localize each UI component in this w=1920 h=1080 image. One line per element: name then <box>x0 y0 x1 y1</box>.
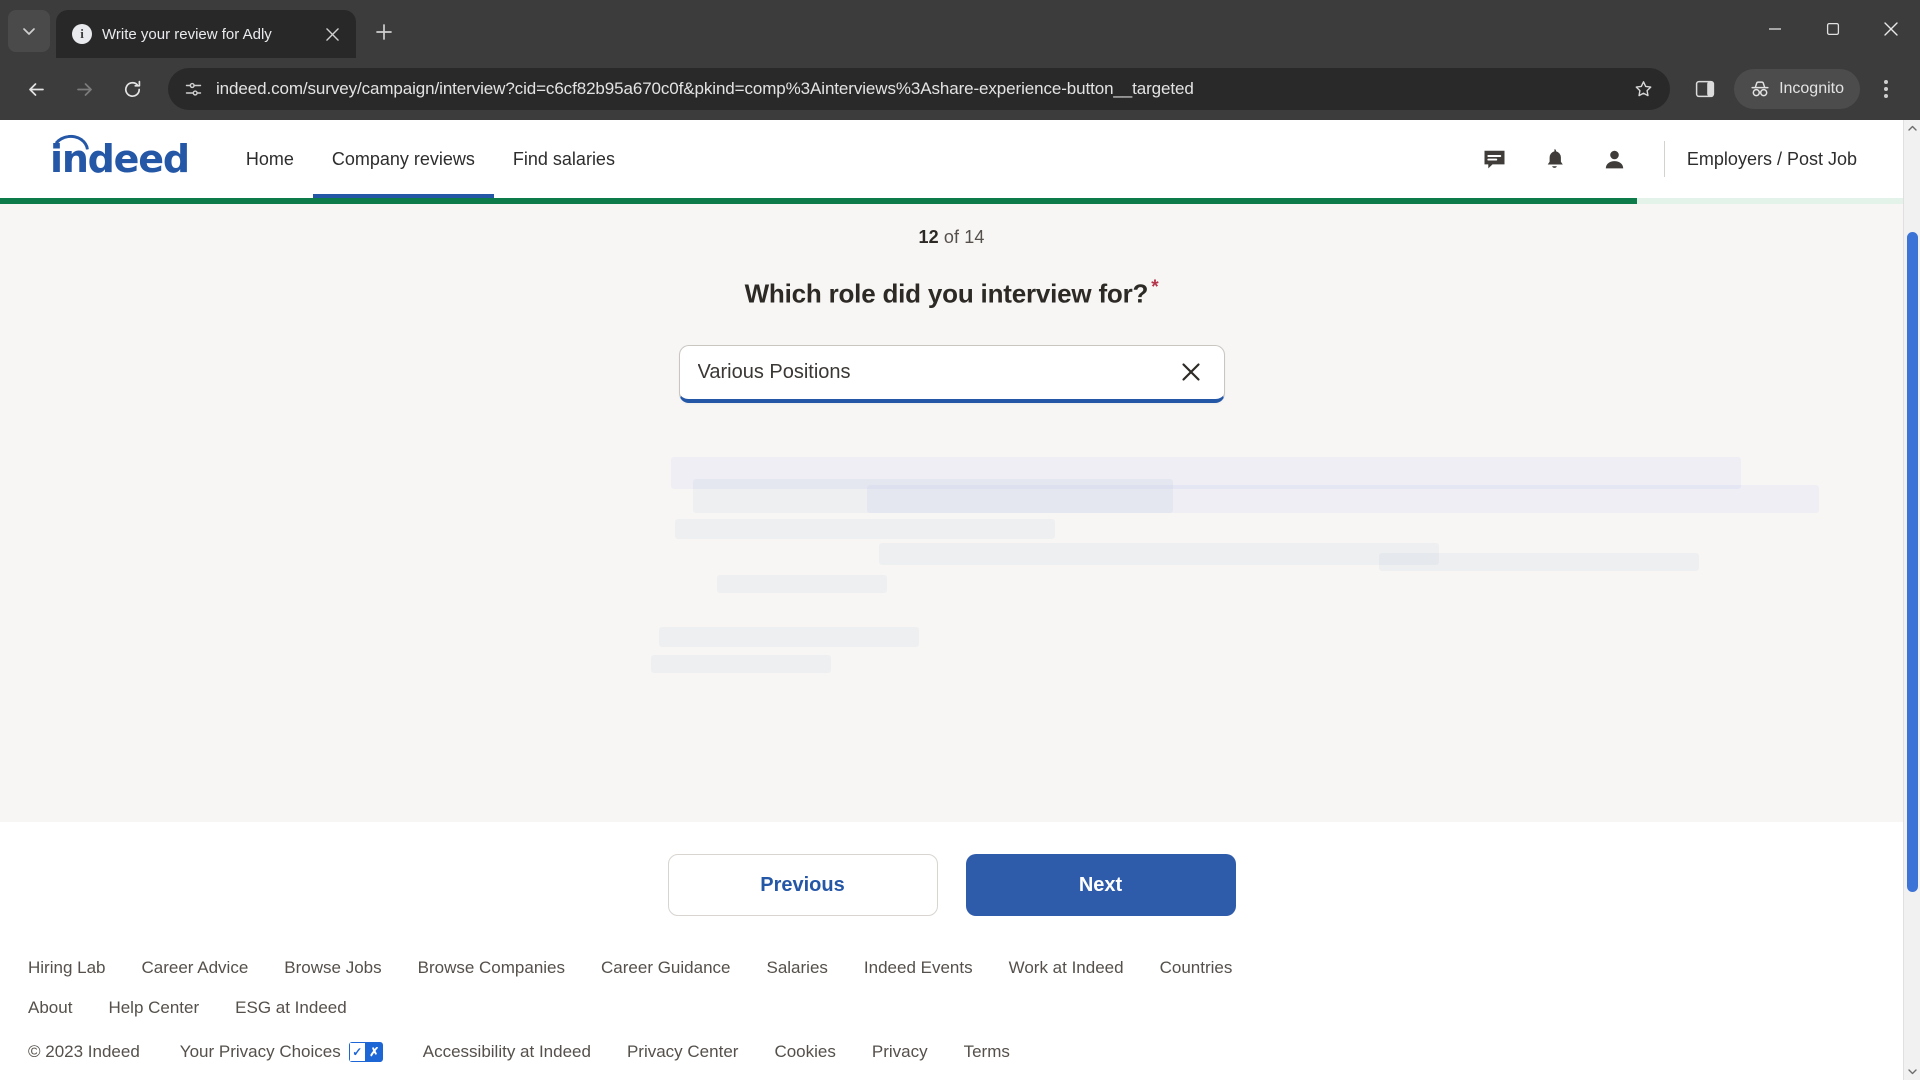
side-panel-icon[interactable] <box>1684 68 1726 110</box>
footer-links-row-1: Hiring Lab Career Advice Browse Jobs Bro… <box>28 948 1903 988</box>
footer-link-esg-at-indeed[interactable]: ESG at Indeed <box>235 998 347 1018</box>
new-tab-icon[interactable] <box>366 14 402 50</box>
messages-icon[interactable] <box>1468 132 1522 186</box>
required-marker: * <box>1151 277 1159 298</box>
step-total: 14 <box>964 227 985 247</box>
footer-link-privacy[interactable]: Privacy <box>872 1042 928 1062</box>
footer-link-career-advice[interactable]: Career Advice <box>142 958 249 978</box>
step-current: 12 <box>918 227 939 247</box>
page-viewport: indeed Home Company reviews Find salarie… <box>0 120 1920 1080</box>
footer-link-career-guidance[interactable]: Career Guidance <box>601 958 730 978</box>
header-actions: Employers / Post Job <box>1468 120 1863 198</box>
star-icon[interactable] <box>1630 76 1656 102</box>
previous-button[interactable]: Previous <box>667 854 938 916</box>
close-icon[interactable] <box>1862 0 1920 58</box>
scroll-up-icon[interactable] <box>1904 120 1920 137</box>
back-icon[interactable] <box>14 67 58 111</box>
tab-strip: i Write your review for Adly <box>0 0 1920 58</box>
logo-swoosh-icon <box>49 132 89 155</box>
role-input-field[interactable]: Various Positions <box>678 344 1225 403</box>
browser-toolbar: indeed.com/survey/campaign/interview?cid… <box>0 58 1920 120</box>
question-title: Which role did you interview for? * <box>745 277 1159 310</box>
footer-link-accessibility[interactable]: Accessibility at Indeed <box>423 1042 591 1062</box>
employers-post-job-link[interactable]: Employers / Post Job <box>1687 149 1863 170</box>
scrollbar-thumb[interactable] <box>1907 232 1918 892</box>
tab-title: Write your review for Adly <box>102 25 272 43</box>
footer-link-browse-jobs[interactable]: Browse Jobs <box>284 958 381 978</box>
privacy-badge-check: ✓ <box>348 1042 366 1062</box>
incognito-indicator[interactable]: Incognito <box>1734 69 1860 109</box>
footer-link-cookies[interactable]: Cookies <box>774 1042 835 1062</box>
address-bar[interactable]: indeed.com/survey/campaign/interview?cid… <box>168 68 1671 110</box>
role-input-value: Various Positions <box>697 360 851 383</box>
footer-link-terms[interactable]: Terms <box>964 1042 1010 1062</box>
step-separator: of <box>938 227 965 247</box>
tab-search-chevron-icon[interactable] <box>8 10 50 52</box>
indeed-logo[interactable]: indeed <box>44 132 190 181</box>
browser-window: i Write your review for Adly indeed.com/… <box>0 0 1920 1080</box>
footer-link-hiring-lab[interactable]: Hiring Lab <box>28 958 106 978</box>
clear-x-icon[interactable] <box>1174 355 1208 389</box>
site-footer: Hiring Lab Career Advice Browse Jobs Bro… <box>0 942 1903 1080</box>
account-person-icon[interactable] <box>1588 132 1642 186</box>
forward-icon[interactable] <box>62 67 106 111</box>
footer-link-help-center[interactable]: Help Center <box>108 998 199 1018</box>
scroll-down-icon[interactable] <box>1904 1063 1920 1080</box>
indeed-survey-page: indeed Home Company reviews Find salarie… <box>0 120 1903 1080</box>
browser-tab[interactable]: i Write your review for Adly <box>56 10 356 58</box>
question-text: Which role did you interview for? <box>744 278 1149 309</box>
minimize-icon[interactable] <box>1746 0 1804 58</box>
incognito-hat-icon <box>1751 81 1769 97</box>
notifications-bell-icon[interactable] <box>1528 132 1582 186</box>
footer-link-salaries[interactable]: Salaries <box>766 958 827 978</box>
copyright-text: © 2023 Indeed <box>28 1042 140 1061</box>
header-divider <box>1663 141 1665 177</box>
window-controls <box>1746 0 1920 58</box>
next-button[interactable]: Next <box>965 854 1236 916</box>
step-counter: 12 of 14 <box>919 227 985 248</box>
nav-item-home[interactable]: Home <box>227 120 313 198</box>
nav-item-company-reviews[interactable]: Company reviews <box>313 120 494 198</box>
tab-close-icon[interactable] <box>320 22 344 46</box>
privacy-badge-x: ✗ <box>365 1042 383 1062</box>
footer-link-work-at-indeed[interactable]: Work at Indeed <box>1009 958 1124 978</box>
site-settings-icon[interactable] <box>182 78 204 100</box>
your-privacy-choices-link[interactable]: Your Privacy Choices ✓ ✗ <box>180 1042 383 1062</box>
role-field-wrapper: Various Positions <box>650 344 1819 673</box>
maximize-icon[interactable] <box>1804 0 1862 58</box>
footer-link-countries[interactable]: Countries <box>1160 958 1233 978</box>
survey-actions: Previous Next <box>0 822 1903 942</box>
footer-link-about[interactable]: About <box>28 998 72 1018</box>
privacy-choices-label: Your Privacy Choices <box>179 1042 341 1061</box>
footer-links-row-2: About Help Center ESG at Indeed <box>28 988 1903 1028</box>
site-header: indeed Home Company reviews Find salarie… <box>0 120 1903 198</box>
page-scrollbar[interactable] <box>1903 120 1920 1080</box>
site-nav: Home Company reviews Find salaries <box>227 120 634 198</box>
privacy-choices-badge-icon: ✓ ✗ <box>348 1042 383 1062</box>
footer-legal-row: © 2023 Indeed Your Privacy Choices ✓ ✗ A… <box>28 1028 1903 1080</box>
survey-body: 12 of 14 Which role did you interview fo… <box>0 204 1903 822</box>
info-icon: i <box>72 24 92 44</box>
incognito-label: Incognito <box>1779 80 1844 97</box>
footer-link-browse-companies[interactable]: Browse Companies <box>418 958 565 978</box>
three-dot-menu-icon[interactable] <box>1866 69 1906 109</box>
reload-icon[interactable] <box>110 67 154 111</box>
nav-item-find-salaries[interactable]: Find salaries <box>494 120 634 198</box>
url-text: indeed.com/survey/campaign/interview?cid… <box>216 79 1194 98</box>
footer-link-indeed-events[interactable]: Indeed Events <box>864 958 973 978</box>
suggestions-ghost-overlay <box>650 456 1819 707</box>
footer-link-privacy-center[interactable]: Privacy Center <box>627 1042 738 1062</box>
